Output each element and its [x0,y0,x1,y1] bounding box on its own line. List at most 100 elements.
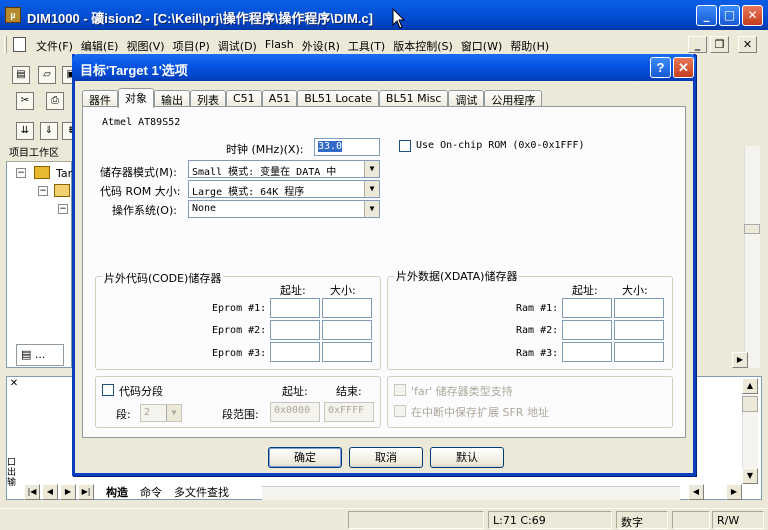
eprom3-label: Eprom #3: [212,348,267,359]
menu-file[interactable]: 文件(F) [32,38,77,54]
build-icon[interactable]: ⇓ [40,122,58,140]
chevron-down-icon: ▼ [364,201,379,217]
edit-toolbar: ✂ ⎙ [0,90,80,118]
tree-collapse-icon[interactable]: − [58,204,68,214]
output-tab-last[interactable]: ▶| [78,484,94,500]
menu-window[interactable]: 窗口(W) [457,38,506,54]
bank-range-end-input[interactable]: 0xFFFF [324,402,374,422]
tab-target[interactable]: 对象 [118,88,154,108]
status-numlock: 数字 [616,511,668,529]
bank-range-start-input[interactable]: 0x0000 [270,402,320,422]
files-tab[interactable]: ▤ ... [16,344,64,366]
status-position: L:71 C:69 [488,511,612,529]
menu-debug[interactable]: 调试(D) [214,38,261,54]
eprom1-size-input[interactable] [322,298,372,318]
build-toolbar: ⇊ ⇓ ⇟ [0,118,80,146]
target-icon [34,166,50,179]
print-icon[interactable]: ⎙ [46,92,64,110]
ram3-start-input[interactable] [562,342,612,362]
editor-scroll-right[interactable]: ▶ [732,352,748,368]
eprom2-start-input[interactable] [270,320,320,340]
device-name: Atmel AT89S52 [102,117,181,128]
far-support-checkbox[interactable] [394,384,406,396]
eprom3-start-input[interactable] [270,342,320,362]
menu-svcs[interactable]: 版本控制(S) [389,38,457,54]
window-title: DIM1000 - 礦ision2 - [C:\Keil\prj\操作程序\操作… [27,11,373,26]
close-button[interactable]: ✕ [742,5,763,26]
output-hscroll-right[interactable]: ▶ [726,484,742,500]
status-extra [672,511,710,529]
ram1-size-input[interactable] [614,298,664,318]
menu-edit[interactable]: 编辑(E) [77,38,123,54]
tree-item-target[interactable]: Tar [56,167,72,180]
menu-tools[interactable]: 工具(T) [344,38,389,54]
cut-icon[interactable]: ✂ [16,92,34,110]
use-onchip-rom-checkbox[interactable] [399,140,411,152]
help-button[interactable]: ? [650,57,671,78]
tree-collapse-icon[interactable]: − [38,186,48,196]
save-sfr-label: 在中断中保存扩展 SFR 地址 [411,406,549,419]
ok-button[interactable]: 确定 [268,447,342,468]
menu-peripherals[interactable]: 外设(R) [298,38,344,54]
save-sfr-checkbox[interactable] [394,405,406,417]
banking-end-header: 结束: [336,385,362,398]
output-tab-prev[interactable]: ◀ [42,484,58,500]
memory-model-select[interactable]: Small 模式: 变量在 DATA 中 ▼ [188,160,380,178]
mdi-close-button[interactable]: ✕ [738,36,757,53]
status-bar: L:71 C:69 数字 R/W [0,508,768,530]
cancel-button[interactable]: 取消 [349,447,423,468]
maximize-button[interactable]: □ [719,5,740,26]
code-rom-select[interactable]: Large 模式: 64K 程序 ▼ [188,180,380,198]
dialog-tabs: 器件 对象 输出 列表 C51 A51 BL51 Locate BL51 Mis… [82,88,543,108]
dialog-close-button[interactable]: ✕ [673,57,694,78]
new-file-icon[interactable]: ▤ [12,66,30,84]
eprom2-size-input[interactable] [322,320,372,340]
os-select[interactable]: None ▼ [188,200,380,218]
output-scroll-down[interactable]: ▼ [742,468,758,484]
bank-range-label: 段范围: [222,408,259,421]
minimize-button[interactable]: _ [696,5,717,26]
defaults-button[interactable]: 默认 [430,447,504,468]
editor-scroll-thumb[interactable] [744,224,760,234]
status-mode: R/W [712,511,764,529]
ram1-start-input[interactable] [562,298,612,318]
chevron-down-icon: ▼ [166,405,181,421]
open-file-icon[interactable]: ▱ [38,66,56,84]
clock-label: 时钟 (MHz)(X): [226,143,304,156]
bank-count-select[interactable]: 2 ▼ [140,404,182,422]
output-tab-first[interactable]: |◀ [24,484,40,500]
ram2-start-input[interactable] [562,320,612,340]
output-hscroll[interactable] [262,486,680,500]
clock-input[interactable]: 33.0 [314,138,380,156]
menu-project[interactable]: 项目(P) [169,38,214,54]
tab-find-in-files[interactable]: 多文件查找 [168,484,235,500]
output-tab-next[interactable]: ▶ [60,484,76,500]
output-scroll-up[interactable]: ▲ [742,378,758,394]
output-tabs: 构造 命令 多文件查找 [100,484,235,500]
tree-collapse-icon[interactable]: − [16,168,26,178]
tab-build[interactable]: 构造 [100,484,134,500]
menu-flash[interactable]: Flash [261,38,298,54]
dialog-title-bar: 目标'Target 1'选项 ? ✕ [72,54,696,81]
ram2-size-input[interactable] [614,320,664,340]
code-banking-label: 代码分段 [119,385,163,398]
project-workspace-title: 项目工作区 [6,146,72,162]
editor-vscroll[interactable] [744,146,760,368]
translate-icon[interactable]: ⇊ [16,122,34,140]
xdata-start-header: 起址: [572,284,598,297]
xdata-memory-title: 片外数据(XDATA)储存器 [394,268,520,284]
ram3-size-input[interactable] [614,342,664,362]
menu-view[interactable]: 视图(V) [122,38,168,54]
output-hscroll-left[interactable]: ◀ [688,484,704,500]
output-scroll-thumb[interactable] [742,396,758,412]
output-close-icon[interactable]: ✕ [8,378,20,390]
ram1-label: Ram #1: [516,303,559,314]
code-banking-checkbox[interactable] [102,384,114,396]
menu-help[interactable]: 帮助(H) [506,38,553,54]
tab-command[interactable]: 命令 [134,484,168,500]
mdi-minimize-button[interactable]: _ [688,36,707,53]
eprom3-size-input[interactable] [322,342,372,362]
eprom1-start-input[interactable] [270,298,320,318]
code-start-header: 起址: [280,284,306,297]
mdi-restore-button[interactable]: ❐ [710,36,729,53]
